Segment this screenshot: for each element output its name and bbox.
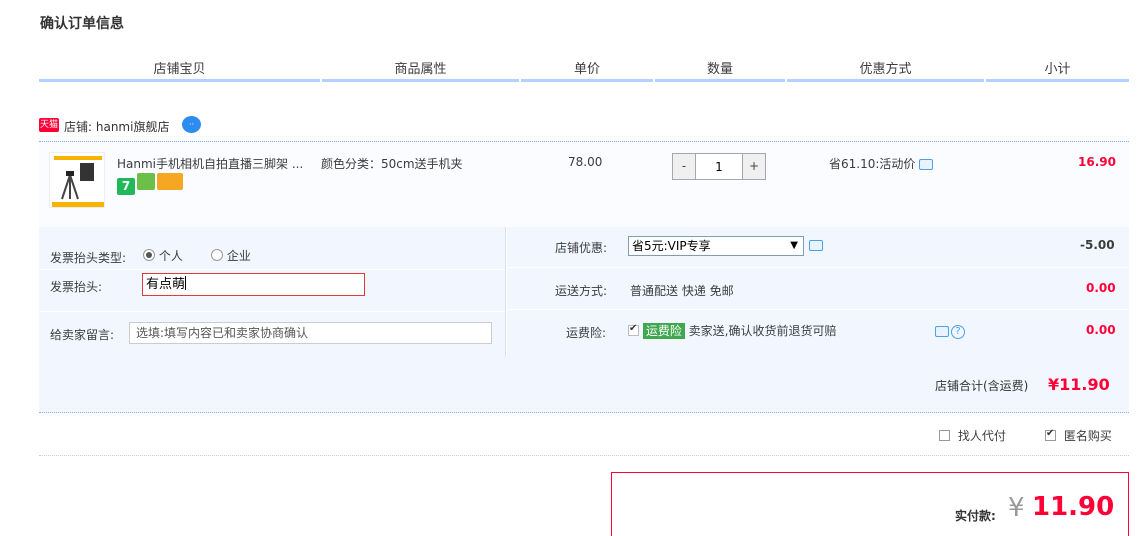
quantity-decrease-button[interactable]: -: [673, 154, 695, 179]
anonymous-option[interactable]: 匿名购买: [1045, 427, 1112, 444]
insurance-badge: 运费险: [642, 323, 685, 339]
proxy-pay-checkbox[interactable]: [939, 430, 950, 441]
insurance-label: 运费险:: [566, 326, 607, 340]
insurance-text: 卖家送,确认收货前退货可赔: [688, 324, 837, 338]
chevron-down-icon: ▼: [790, 240, 798, 251]
shop-discount-label: 店铺优惠:: [555, 241, 608, 255]
unit-price: 78.00: [568, 155, 603, 169]
quantity-increase-button[interactable]: +: [743, 154, 765, 179]
item-subtotal: 16.90: [1078, 155, 1116, 169]
message-icon[interactable]: [935, 326, 949, 337]
invoice-type-label: 发票抬头类型:: [50, 251, 127, 265]
shipping-label: 运送方式:: [555, 284, 608, 298]
seven-day-return-icon: 7: [117, 178, 135, 195]
column-header-discount: 优惠方式: [787, 58, 984, 82]
credit-card-icon: [157, 173, 183, 190]
shop-discount-selected: 省5元:VIP专享: [632, 239, 711, 253]
quantity-input[interactable]: [695, 154, 743, 179]
final-payment-label: 实付款:: [955, 509, 996, 523]
quantity-stepper: - +: [672, 153, 766, 180]
shop-discount-select[interactable]: 省5元:VIP专享 ▼: [628, 236, 804, 256]
service-icons: 7: [117, 173, 185, 195]
shop-total-value: ¥11.90: [1048, 375, 1110, 394]
invoice-title-value: 有点萌: [146, 277, 186, 292]
column-header-shop-item: 店铺宝贝: [39, 58, 320, 82]
invoice-type-company[interactable]: 企业: [211, 247, 251, 264]
item-attribute: 颜色分类：50cm送手机夹: [321, 157, 463, 171]
final-payment-value: 11.90: [1032, 492, 1115, 522]
discount-text: 省61.10:活动价: [829, 157, 916, 171]
column-header-quantity: 数量: [655, 58, 785, 82]
radio-personal-label: 个人: [158, 249, 183, 263]
invoice-title-input[interactable]: 有点萌: [142, 273, 365, 296]
radio-company-label: 企业: [226, 249, 251, 263]
invoice-type-personal[interactable]: 个人: [143, 247, 183, 264]
shipping-amount: 0.00: [1086, 281, 1116, 295]
column-header-subtotal: 小计: [986, 58, 1129, 82]
discount-info: 省61.10:活动价: [829, 155, 934, 172]
tmall-badge: 天猫: [39, 118, 59, 132]
column-header-unit-price: 单价: [521, 58, 653, 82]
shop-discount-amount: -5.00: [1080, 238, 1115, 252]
order-item-row: [39, 141, 1129, 227]
insurance-checkbox[interactable]: [628, 323, 639, 336]
page-title: 确认订单信息: [40, 16, 124, 32]
invoice-title-label: 发票抬头:: [50, 280, 103, 294]
radio-personal[interactable]: [143, 249, 155, 261]
table-header: 店铺宝贝 商品属性 单价 数量 优惠方式 小计: [39, 58, 1129, 82]
product-thumbnail[interactable]: [49, 152, 105, 208]
column-header-attribute: 商品属性: [322, 58, 519, 82]
seller-message-input[interactable]: 选填:填写内容已和卖家协商确认: [129, 322, 492, 344]
anonymous-checkbox[interactable]: [1045, 428, 1056, 441]
help-icon[interactable]: ?: [951, 325, 965, 339]
proxy-pay-option[interactable]: 找人代付: [939, 427, 1006, 444]
message-icon[interactable]: [919, 159, 934, 170]
proxy-pay-label: 找人代付: [957, 429, 1006, 443]
insurance-option[interactable]: 运费险 卖家送,确认收货前退货可赔: [628, 322, 837, 339]
radio-company[interactable]: [211, 249, 223, 261]
item-title-link[interactable]: Hanmi手机相机自拍直播三脚架 ...: [117, 155, 303, 172]
message-icon[interactable]: [809, 240, 823, 251]
final-currency-symbol: ¥: [1008, 493, 1025, 523]
chat-icon[interactable]: ··: [182, 116, 201, 133]
anonymous-label: 匿名购买: [1063, 429, 1112, 443]
shipping-method: 普通配送 快递 免邮: [630, 284, 734, 298]
shop-name-link[interactable]: 店铺: hanmi旗舰店: [64, 118, 169, 135]
seller-message-label: 给卖家留言:: [50, 328, 115, 342]
insurance-amount: 0.00: [1086, 323, 1116, 337]
shop-total-label: 店铺合计(含运费): [935, 379, 1029, 393]
guarantee-icon: [137, 173, 155, 190]
